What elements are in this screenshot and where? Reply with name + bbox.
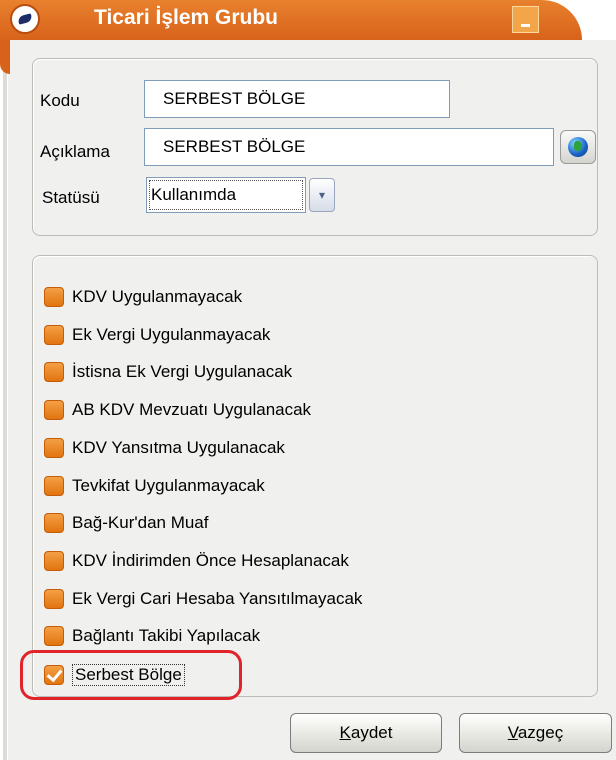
option-kdv-indirimden-once[interactable]: KDV İndirimden Önce Hesaplanacak: [44, 548, 349, 574]
option-tevkifat[interactable]: Tevkifat Uygulanmayacak: [44, 473, 265, 499]
window-left-accent: [0, 40, 10, 74]
option-label: KDV Yansıtma Uygulanacak: [72, 438, 285, 457]
window-title: Ticari İşlem Grubu: [94, 6, 279, 29]
save-label: aydet: [350, 723, 393, 742]
checkbox-icon[interactable]: [44, 400, 64, 420]
minimize-button[interactable]: [512, 6, 539, 33]
checkbox-icon[interactable]: [44, 438, 64, 458]
option-label: Bağ-Kur'dan Muaf: [72, 513, 209, 532]
highlight-annotation: [20, 650, 242, 700]
option-label: Ek Vergi Cari Hesaba Yansıtılmayacak: [72, 589, 363, 608]
aciklama-input[interactable]: SERBEST BÖLGE: [144, 128, 554, 166]
option-label: AB KDV Mevzuatı Uygulanacak: [72, 400, 312, 419]
option-bagkur-muaf[interactable]: Bağ-Kur'dan Muaf: [44, 510, 209, 536]
cancel-button[interactable]: Vazgeç: [459, 713, 612, 753]
checkbox-icon[interactable]: [44, 362, 64, 382]
chevron-down-icon: ▾: [318, 188, 326, 202]
aciklama-label: Açıklama: [40, 142, 110, 161]
option-label: KDV İndirimden Önce Hesaplanacak: [72, 551, 349, 570]
checkbox-icon[interactable]: [44, 287, 64, 307]
option-label: Bağlantı Takibi Yapılacak: [72, 626, 261, 645]
option-label: Tevkifat Uygulanmayacak: [72, 476, 265, 495]
checkbox-icon[interactable]: [44, 476, 64, 496]
app-logo-icon[interactable]: [10, 4, 40, 34]
option-ab-kdv-mevzuati[interactable]: AB KDV Mevzuatı Uygulanacak: [44, 397, 311, 423]
checkbox-icon[interactable]: [44, 325, 64, 345]
title-bar: Ticari İşlem Grubu: [0, 0, 616, 40]
cancel-label: azgeç: [517, 723, 564, 742]
globe-button[interactable]: [560, 130, 596, 164]
save-button[interactable]: Kaydet: [290, 713, 442, 753]
option-istisna-ek-vergi[interactable]: İstisna Ek Vergi Uygulanacak: [44, 359, 292, 385]
option-label: İstisna Ek Vergi Uygulanacak: [72, 362, 293, 381]
statusu-dropdown-button[interactable]: ▾: [309, 178, 335, 212]
kodu-label: Kodu: [40, 91, 80, 110]
title-tab: Ticari İşlem Grubu: [0, 0, 582, 40]
kodu-input[interactable]: SERBEST BÖLGE: [144, 80, 450, 118]
checkbox-icon[interactable]: [44, 551, 64, 571]
cancel-mnemonic: V: [507, 723, 518, 742]
option-label: KDV Uygulanmayacak: [72, 287, 243, 306]
statusu-value: Kullanımda: [151, 185, 237, 204]
window-left-border: [0, 40, 8, 760]
option-ek-vergi-uygulanmayacak[interactable]: Ek Vergi Uygulanmayacak: [44, 322, 270, 348]
option-ek-vergi-cari-hesaba[interactable]: Ek Vergi Cari Hesaba Yansıtılmayacak: [44, 586, 362, 612]
checkbox-icon[interactable]: [44, 626, 64, 646]
globe-icon: [568, 137, 588, 157]
save-mnemonic: K: [339, 723, 351, 742]
statusu-select[interactable]: Kullanımda: [146, 177, 306, 213]
statusu-label: Statüsü: [42, 188, 100, 207]
option-label: Ek Vergi Uygulanmayacak: [72, 325, 271, 344]
option-kdv-yansitma[interactable]: KDV Yansıtma Uygulanacak: [44, 435, 285, 461]
checkbox-icon[interactable]: [44, 513, 64, 533]
checkbox-icon[interactable]: [44, 589, 64, 609]
option-kdv-uygulanmayacak[interactable]: KDV Uygulanmayacak: [44, 284, 242, 310]
option-baglanti-takibi[interactable]: Bağlantı Takibi Yapılacak: [44, 623, 260, 649]
